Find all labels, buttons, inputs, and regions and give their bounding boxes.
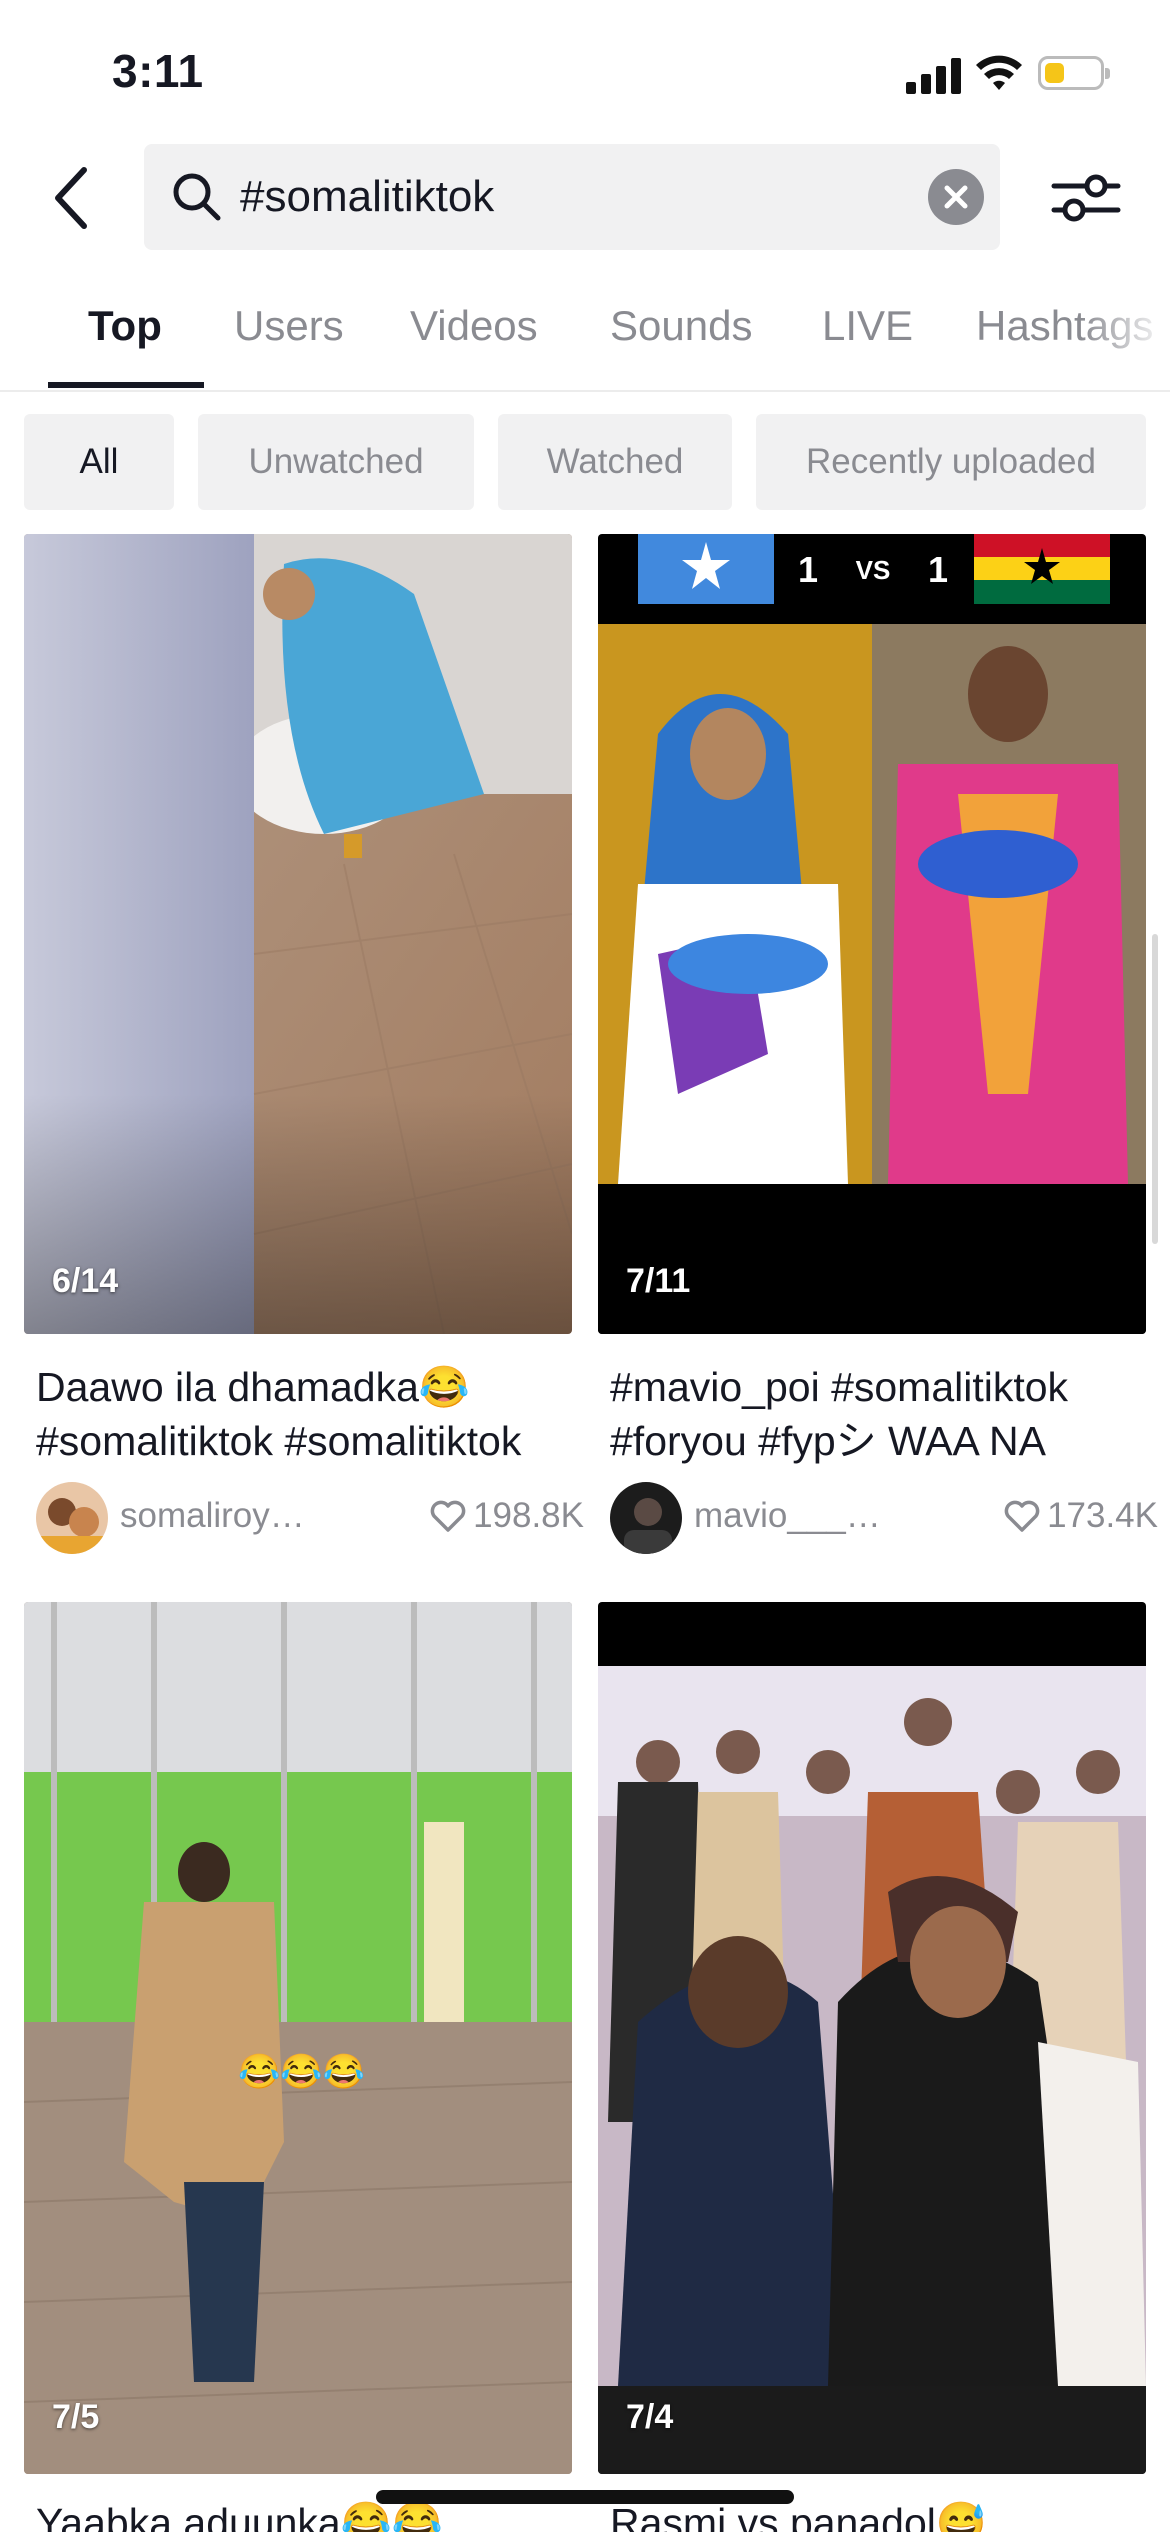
tab-videos[interactable]: Videos xyxy=(410,302,538,350)
emoji-overlay: 😂😂😂 xyxy=(238,2053,366,2091)
video-date: 6/14 xyxy=(52,1262,119,1300)
clear-search-button[interactable] xyxy=(928,169,984,225)
search-tabs: Top Users Videos Sounds LIVE Hashtags xyxy=(0,290,1170,392)
search-icon xyxy=(173,173,221,221)
video-thumbnail-image xyxy=(598,534,1146,1334)
video-meta: mavio_____poi 173.4K xyxy=(610,1482,1158,1554)
video-thumbnail[interactable]: 7/4 xyxy=(598,1602,1146,2474)
score-right: 1 xyxy=(927,549,948,590)
avatar[interactable] xyxy=(36,1482,108,1554)
filter-chip-recently-uploaded[interactable]: Recently uploaded xyxy=(756,414,1146,510)
score-left: 1 xyxy=(798,549,819,590)
tab-users[interactable]: Users xyxy=(234,302,344,350)
video-caption-line[interactable]: #somalitiktok #somalitiktok xyxy=(36,1414,556,1468)
heart-icon xyxy=(1004,1500,1040,1532)
battery-icon xyxy=(1038,56,1110,90)
filter-settings-icon[interactable] xyxy=(1050,168,1122,228)
like-count: 198.8K xyxy=(429,1496,584,1536)
cellular-signal-icon xyxy=(906,56,962,94)
tabs-fade xyxy=(1080,290,1170,388)
tab-sounds[interactable]: Sounds xyxy=(610,302,752,350)
video-thumbnail[interactable]: 1 VS 1 7/11 xyxy=(598,534,1146,1334)
scrollbar[interactable] xyxy=(1152,934,1158,1244)
status-bar: 3:11 xyxy=(0,0,1170,140)
like-count: 173.4K xyxy=(1003,1496,1158,1536)
video-thumbnail[interactable]: 6/14 xyxy=(24,534,572,1334)
video-caption-line[interactable]: #mavio_poi #somalitiktok xyxy=(610,1360,1158,1414)
video-thumbnail-image xyxy=(24,1602,572,2474)
heart-icon xyxy=(430,1500,466,1532)
like-count-value: 173.4K xyxy=(1047,1496,1158,1535)
search-bar[interactable] xyxy=(144,144,1000,250)
avatar[interactable] xyxy=(610,1482,682,1554)
tab-top[interactable]: Top xyxy=(88,302,162,350)
video-date: 7/4 xyxy=(626,2398,674,2436)
video-author[interactable]: somaliroyalfamily xyxy=(120,1496,310,1536)
home-indicator[interactable] xyxy=(376,2490,794,2504)
filter-chip-unwatched[interactable]: Unwatched xyxy=(198,414,474,510)
video-date: 7/5 xyxy=(52,2398,100,2436)
tab-live[interactable]: LIVE xyxy=(822,302,913,350)
video-caption-line[interactable]: #foryou #fypシ WAA NA xyxy=(610,1414,1130,1468)
wifi-icon xyxy=(976,55,1022,90)
search-input[interactable] xyxy=(240,144,860,250)
video-thumbnail[interactable]: 😂😂😂 7/5 xyxy=(24,1602,572,2474)
active-tab-indicator xyxy=(48,382,204,388)
video-caption-line[interactable]: Daawo ila dhamadka😂 xyxy=(36,1360,584,1414)
status-time: 3:11 xyxy=(112,45,204,97)
video-thumbnail-image xyxy=(24,534,572,1334)
video-author[interactable]: mavio_____poi xyxy=(694,1496,884,1536)
video-thumbnail-image xyxy=(598,1602,1146,2474)
versus-label: VS xyxy=(855,554,891,585)
close-icon xyxy=(944,185,968,209)
video-date: 7/11 xyxy=(626,1262,691,1300)
filter-chip-watched[interactable]: Watched xyxy=(498,414,732,510)
filter-chip-all[interactable]: All xyxy=(24,414,174,510)
back-arrow-icon[interactable] xyxy=(44,162,104,234)
video-meta: somaliroyalfamily 198.8K xyxy=(36,1482,584,1554)
like-count-value: 198.8K xyxy=(473,1496,584,1535)
